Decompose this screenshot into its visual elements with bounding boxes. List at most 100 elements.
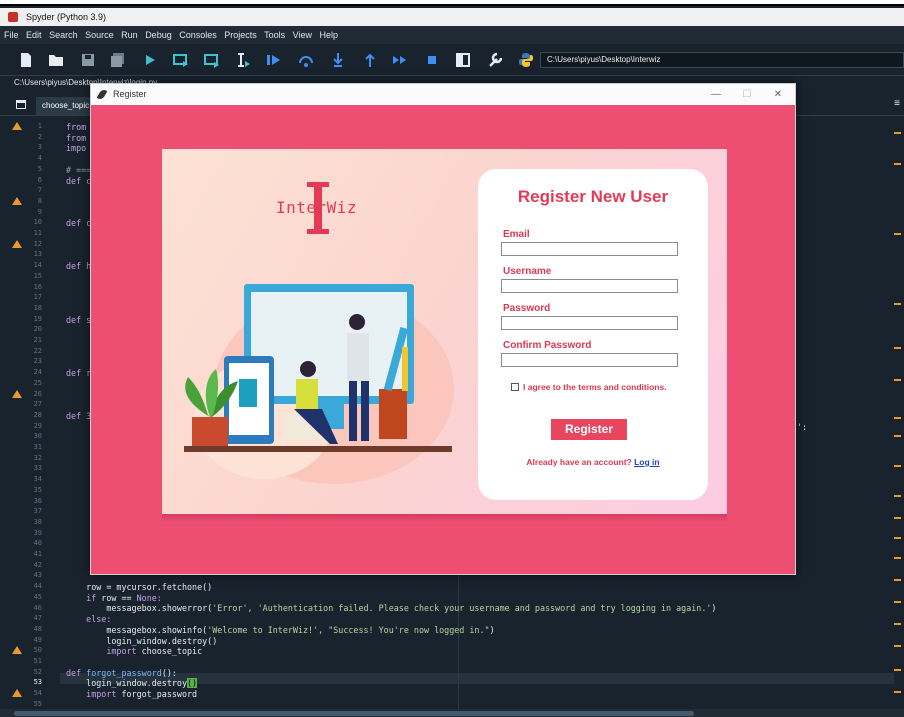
register-dialog: Register — ☐ ✕ InterWiz Register New Use… <box>90 83 796 575</box>
card-shadow <box>162 514 727 522</box>
line-number: 33 <box>33 464 42 473</box>
stop-icon[interactable] <box>424 52 440 68</box>
login-prompt: Already have an account? Log in <box>478 457 708 467</box>
line-number: 42 <box>33 560 42 569</box>
password-field[interactable] <box>501 316 678 330</box>
code-line: # === <box>66 164 92 175</box>
step-into-icon[interactable] <box>330 52 346 68</box>
code-line: def c <box>66 218 92 229</box>
menu-help[interactable]: Help <box>320 30 339 40</box>
line-number: 11 <box>33 229 42 237</box>
open-file-icon[interactable] <box>48 52 64 68</box>
close-button[interactable]: ✕ <box>763 84 793 105</box>
save-all-icon[interactable] <box>110 52 126 68</box>
menu-search[interactable]: Search <box>49 30 78 40</box>
menu-source[interactable]: Source <box>85 30 114 40</box>
horizontal-scrollbar[interactable] <box>0 709 904 717</box>
title-bar: Spyder (Python 3.9) <box>0 8 904 26</box>
minimize-button[interactable]: — <box>701 84 731 105</box>
preferences-wrench-icon[interactable] <box>487 52 503 68</box>
line-number: 53 <box>33 678 42 687</box>
warning-icon[interactable] <box>12 689 22 698</box>
line-number: 47 <box>33 614 42 623</box>
terms-label: I agree to the terms and conditions. <box>523 382 667 392</box>
menu-tools[interactable]: Tools <box>264 30 285 40</box>
line-number: 35 <box>33 485 42 494</box>
line-number: 24 <box>33 368 42 377</box>
confirm-password-field[interactable] <box>501 353 678 367</box>
password-label: Password <box>503 303 551 314</box>
save-icon[interactable] <box>80 52 96 68</box>
line-number: 27 <box>33 400 42 409</box>
menu-file[interactable]: File <box>4 30 19 40</box>
warning-icon[interactable] <box>12 239 22 248</box>
menu-debug[interactable]: Debug <box>145 30 172 40</box>
line-number: 22 <box>33 346 42 355</box>
run-cell-advance-icon[interactable] <box>204 52 220 68</box>
code-line: ': <box>797 421 808 432</box>
options-menu-icon[interactable]: ≡ <box>894 98 900 109</box>
email-field[interactable] <box>501 242 678 256</box>
logo-text: InterWiz <box>276 198 358 217</box>
debug-icon[interactable] <box>266 52 282 68</box>
run-cell-icon[interactable] <box>173 52 189 68</box>
line-number: 13 <box>33 250 42 259</box>
line-number: 38 <box>33 517 42 526</box>
code-line: def r <box>66 368 92 379</box>
python-path-icon[interactable] <box>518 52 534 68</box>
line-number: 54 <box>33 689 42 698</box>
menu-view[interactable]: View <box>293 30 312 40</box>
dialog-title: Register <box>113 89 147 99</box>
warning-icon[interactable] <box>12 122 22 130</box>
run-icon[interactable] <box>142 52 158 68</box>
code-line: def forgot_password(): <box>66 667 177 678</box>
code-line: import choose_topic <box>66 646 203 657</box>
run-selection-icon[interactable] <box>235 52 251 68</box>
browse-tabs-icon[interactable] <box>16 100 26 109</box>
line-number: 26 <box>33 389 42 398</box>
terms-checkbox-row[interactable]: I agree to the terms and conditions. <box>511 382 667 392</box>
line-number: 17 <box>33 293 42 302</box>
menu-projects[interactable]: Projects <box>224 30 257 40</box>
step-return-icon[interactable] <box>362 52 378 68</box>
new-file-icon[interactable] <box>18 52 34 68</box>
menu-run[interactable]: Run <box>121 30 138 40</box>
line-number: 28 <box>33 410 42 419</box>
register-form: Register New User Email Username Passwor… <box>478 169 708 500</box>
maximize-button[interactable]: ☐ <box>732 84 762 105</box>
register-button[interactable]: Register <box>551 419 627 440</box>
warning-icon[interactable] <box>12 646 22 655</box>
confirm-password-label: Confirm Password <box>503 340 592 351</box>
line-number: 49 <box>33 635 42 644</box>
code-line: row = mycursor.fetchone() <box>66 582 213 592</box>
username-label: Username <box>503 266 552 277</box>
menu-edit[interactable]: Edit <box>26 30 42 40</box>
line-number: 46 <box>33 603 42 612</box>
code-line: def s <box>66 314 92 325</box>
login-link[interactable]: Log in <box>634 457 660 467</box>
code-line: messagebox.showinfo('Welcome to InterWiz… <box>66 624 495 635</box>
maximize-pane-icon[interactable] <box>455 52 471 68</box>
line-number: 55 <box>33 699 42 708</box>
working-directory-field[interactable]: C:\Users\piyus\Desktop\Interwiz <box>540 52 904 68</box>
code-line: from <box>66 132 87 143</box>
menu-bar: File Edit Search Source Run Debug Consol… <box>0 26 904 44</box>
warning-icon[interactable] <box>12 389 22 398</box>
code-line: def h <box>66 261 92 272</box>
terms-checkbox[interactable] <box>511 383 519 391</box>
line-number: 23 <box>33 357 42 366</box>
step-over-icon[interactable] <box>298 52 314 68</box>
code-line: import forgot_password <box>66 689 198 699</box>
code-line: messagebox.showerror('Error', 'Authentic… <box>66 603 717 614</box>
line-number: 3 <box>37 143 42 152</box>
form-title: Register New User <box>517 187 669 206</box>
scrollbar-thumb[interactable] <box>14 711 694 716</box>
tab-choose-topic[interactable]: choose_topic <box>36 97 96 115</box>
line-number: 15 <box>33 271 42 280</box>
line-number: 14 <box>33 261 42 270</box>
code-line: login_window.destroy() <box>66 635 218 646</box>
warning-icon[interactable] <box>12 196 22 205</box>
continue-icon[interactable] <box>392 52 408 68</box>
menu-consoles[interactable]: Consoles <box>179 30 217 40</box>
username-field[interactable] <box>501 279 678 293</box>
